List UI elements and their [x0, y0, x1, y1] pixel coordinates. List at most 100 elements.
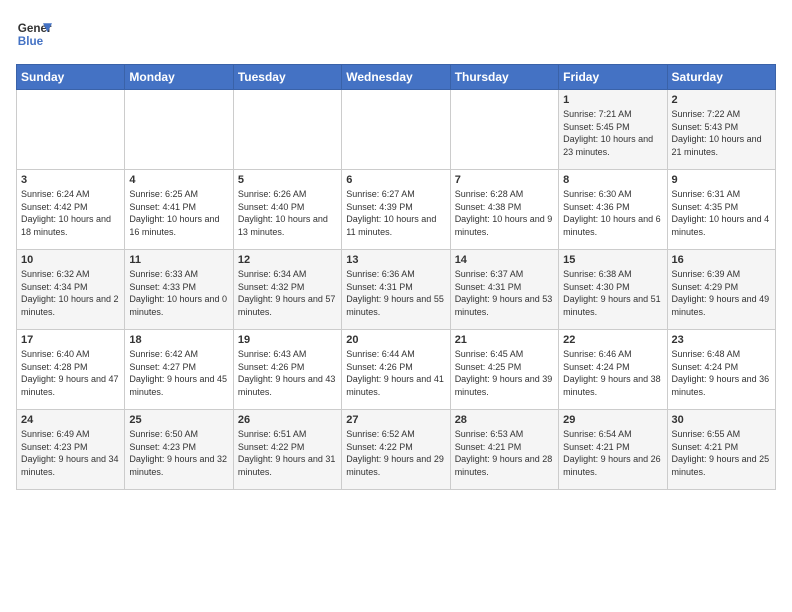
- day-info: Sunrise: 6:38 AM Sunset: 4:30 PM Dayligh…: [563, 268, 662, 318]
- day-number: 9: [672, 174, 771, 186]
- day-info: Sunrise: 6:43 AM Sunset: 4:26 PM Dayligh…: [238, 348, 337, 398]
- calendar-cell: 10 Sunrise: 6:32 AM Sunset: 4:34 PM Dayli…: [17, 250, 125, 330]
- day-number: 16: [672, 254, 771, 266]
- day-header-tuesday: Tuesday: [233, 65, 341, 90]
- calendar-cell: 19 Sunrise: 6:43 AM Sunset: 4:26 PM Dayli…: [233, 330, 341, 410]
- day-info: Sunrise: 6:25 AM Sunset: 4:41 PM Dayligh…: [129, 188, 228, 238]
- day-number: 27: [346, 414, 445, 426]
- calendar-cell: [233, 90, 341, 170]
- calendar-cell: 4Sunrise: 6:25 AM Sunset: 4:41 PM Daylig…: [125, 170, 233, 250]
- day-info: Sunrise: 6:48 AM Sunset: 4:24 PM Dayligh…: [672, 348, 771, 398]
- day-header-wednesday: Wednesday: [342, 65, 450, 90]
- day-header-saturday: Saturday: [667, 65, 775, 90]
- calendar-week-5: 24 Sunrise: 6:49 AM Sunset: 4:23 PM Dayli…: [17, 410, 776, 490]
- calendar-cell: 13 Sunrise: 6:36 AM Sunset: 4:31 PM Dayli…: [342, 250, 450, 330]
- day-number: 24: [21, 414, 120, 426]
- calendar-cell: [125, 90, 233, 170]
- day-number: 21: [455, 334, 554, 346]
- day-header-sunday: Sunday: [17, 65, 125, 90]
- calendar-table: SundayMondayTuesdayWednesdayThursdayFrid…: [16, 64, 776, 490]
- day-number: 5: [238, 174, 337, 186]
- calendar-cell: 28 Sunrise: 6:53 AM Sunset: 4:21 PM Dayli…: [450, 410, 558, 490]
- day-number: 26: [238, 414, 337, 426]
- day-info: Sunrise: 6:53 AM Sunset: 4:21 PM Dayligh…: [455, 428, 554, 478]
- day-number: 8: [563, 174, 662, 186]
- calendar-cell: 7Sunrise: 6:28 AM Sunset: 4:38 PM Daylig…: [450, 170, 558, 250]
- calendar-cell: 18 Sunrise: 6:42 AM Sunset: 4:27 PM Dayli…: [125, 330, 233, 410]
- day-number: 20: [346, 334, 445, 346]
- svg-text:Blue: Blue: [18, 35, 44, 48]
- calendar-cell: 15 Sunrise: 6:38 AM Sunset: 4:30 PM Dayli…: [559, 250, 667, 330]
- day-info: Sunrise: 6:52 AM Sunset: 4:22 PM Dayligh…: [346, 428, 445, 478]
- day-header-thursday: Thursday: [450, 65, 558, 90]
- day-info: Sunrise: 6:27 AM Sunset: 4:39 PM Dayligh…: [346, 188, 445, 238]
- calendar-cell: 14Sunrise: 6:37 AM Sunset: 4:31 PM Dayli…: [450, 250, 558, 330]
- calendar-cell: 8 Sunrise: 6:30 AM Sunset: 4:36 PM Daylig…: [559, 170, 667, 250]
- calendar-week-1: 1 Sunrise: 7:21 AM Sunset: 5:45 PM Daylig…: [17, 90, 776, 170]
- day-info: Sunrise: 6:30 AM Sunset: 4:36 PM Dayligh…: [563, 188, 662, 238]
- day-number: 23: [672, 334, 771, 346]
- day-number: 25: [129, 414, 228, 426]
- calendar-week-4: 17 Sunrise: 6:40 AM Sunset: 4:28 PM Dayli…: [17, 330, 776, 410]
- day-number: 28: [455, 414, 554, 426]
- calendar-cell: 1 Sunrise: 7:21 AM Sunset: 5:45 PM Daylig…: [559, 90, 667, 170]
- day-number: 12: [238, 254, 337, 266]
- day-info: Sunrise: 6:39 AM Sunset: 4:29 PM Dayligh…: [672, 268, 771, 318]
- day-info: Sunrise: 6:55 AM Sunset: 4:21 PM Dayligh…: [672, 428, 771, 478]
- calendar-cell: [342, 90, 450, 170]
- day-number: 2: [672, 94, 771, 106]
- calendar-cell: 9 Sunrise: 6:31 AM Sunset: 4:35 PM Daylig…: [667, 170, 775, 250]
- day-info: Sunrise: 6:45 AM Sunset: 4:25 PM Dayligh…: [455, 348, 554, 398]
- calendar-cell: 11Sunrise: 6:33 AM Sunset: 4:33 PM Dayli…: [125, 250, 233, 330]
- day-number: 18: [129, 334, 228, 346]
- day-info: Sunrise: 6:50 AM Sunset: 4:23 PM Dayligh…: [129, 428, 228, 478]
- calendar-header-row: SundayMondayTuesdayWednesdayThursdayFrid…: [17, 65, 776, 90]
- calendar-week-3: 10 Sunrise: 6:32 AM Sunset: 4:34 PM Dayli…: [17, 250, 776, 330]
- logo-icon: General Blue: [16, 16, 52, 52]
- calendar-cell: 5 Sunrise: 6:26 AM Sunset: 4:40 PM Daylig…: [233, 170, 341, 250]
- day-number: 11: [129, 254, 228, 266]
- calendar-cell: 2 Sunrise: 7:22 AM Sunset: 5:43 PM Daylig…: [667, 90, 775, 170]
- day-number: 19: [238, 334, 337, 346]
- day-info: Sunrise: 6:24 AM Sunset: 4:42 PM Dayligh…: [21, 188, 120, 238]
- day-info: Sunrise: 6:49 AM Sunset: 4:23 PM Dayligh…: [21, 428, 120, 478]
- day-info: Sunrise: 6:32 AM Sunset: 4:34 PM Dayligh…: [21, 268, 120, 318]
- day-number: 1: [563, 94, 662, 106]
- day-number: 22: [563, 334, 662, 346]
- day-info: Sunrise: 6:40 AM Sunset: 4:28 PM Dayligh…: [21, 348, 120, 398]
- calendar-cell: [450, 90, 558, 170]
- day-header-friday: Friday: [559, 65, 667, 90]
- calendar-cell: 27 Sunrise: 6:52 AM Sunset: 4:22 PM Dayli…: [342, 410, 450, 490]
- calendar-cell: 23 Sunrise: 6:48 AM Sunset: 4:24 PM Dayli…: [667, 330, 775, 410]
- calendar-cell: 29Sunrise: 6:54 AM Sunset: 4:21 PM Dayli…: [559, 410, 667, 490]
- calendar-cell: 17 Sunrise: 6:40 AM Sunset: 4:28 PM Dayli…: [17, 330, 125, 410]
- day-info: Sunrise: 6:51 AM Sunset: 4:22 PM Dayligh…: [238, 428, 337, 478]
- calendar-cell: 22 Sunrise: 6:46 AM Sunset: 4:24 PM Dayli…: [559, 330, 667, 410]
- day-info: Sunrise: 6:42 AM Sunset: 4:27 PM Dayligh…: [129, 348, 228, 398]
- day-number: 29: [563, 414, 662, 426]
- day-number: 7: [455, 174, 554, 186]
- day-header-monday: Monday: [125, 65, 233, 90]
- calendar-cell: 6 Sunrise: 6:27 AM Sunset: 4:39 PM Daylig…: [342, 170, 450, 250]
- day-number: 10: [21, 254, 120, 266]
- day-info: Sunrise: 6:31 AM Sunset: 4:35 PM Dayligh…: [672, 188, 771, 238]
- calendar-cell: 26 Sunrise: 6:51 AM Sunset: 4:22 PM Dayli…: [233, 410, 341, 490]
- day-number: 13: [346, 254, 445, 266]
- day-info: Sunrise: 6:46 AM Sunset: 4:24 PM Dayligh…: [563, 348, 662, 398]
- calendar-cell: 20 Sunrise: 6:44 AM Sunset: 4:26 PM Dayli…: [342, 330, 450, 410]
- calendar-cell: 3Sunrise: 6:24 AM Sunset: 4:42 PM Daylig…: [17, 170, 125, 250]
- day-number: 14: [455, 254, 554, 266]
- day-info: Sunrise: 6:36 AM Sunset: 4:31 PM Dayligh…: [346, 268, 445, 318]
- day-number: 15: [563, 254, 662, 266]
- day-number: 6: [346, 174, 445, 186]
- day-info: Sunrise: 6:44 AM Sunset: 4:26 PM Dayligh…: [346, 348, 445, 398]
- logo: General Blue: [16, 16, 52, 52]
- calendar-cell: 16 Sunrise: 6:39 AM Sunset: 4:29 PM Dayli…: [667, 250, 775, 330]
- day-info: Sunrise: 6:34 AM Sunset: 4:32 PM Dayligh…: [238, 268, 337, 318]
- calendar-week-2: 3Sunrise: 6:24 AM Sunset: 4:42 PM Daylig…: [17, 170, 776, 250]
- day-info: Sunrise: 7:21 AM Sunset: 5:45 PM Dayligh…: [563, 108, 662, 158]
- day-info: Sunrise: 6:26 AM Sunset: 4:40 PM Dayligh…: [238, 188, 337, 238]
- day-number: 17: [21, 334, 120, 346]
- day-info: Sunrise: 7:22 AM Sunset: 5:43 PM Dayligh…: [672, 108, 771, 158]
- calendar-cell: [17, 90, 125, 170]
